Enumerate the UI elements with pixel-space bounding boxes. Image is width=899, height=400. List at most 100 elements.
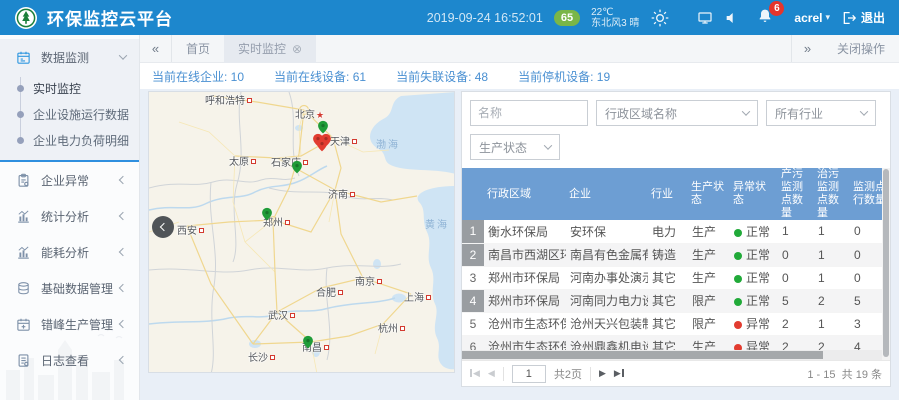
sun-icon — [650, 8, 670, 28]
notification-bell[interactable]: 6 — [757, 8, 773, 27]
green-pin-icon[interactable] — [301, 333, 315, 351]
sidebar-item-label: 能耗分析 — [41, 244, 120, 261]
sidebar-item-statistic-analysis[interactable]: 统计分析 — [0, 198, 139, 234]
sidebar-item-log-view[interactable]: 日志查看 — [0, 342, 139, 378]
table-row[interactable]: 5沧州市生态环保局沧州天兴包装制品其它限产异常213 — [462, 312, 882, 335]
bullet-icon — [17, 85, 24, 92]
city-name: 杭州 — [378, 324, 398, 335]
enterprise-table-wrap: 行政区域企业行业生产状态异常状态产污监测点数量治污监测点数量监测点运行数量 1衡… — [462, 168, 882, 350]
sidebar-item-peak-production-manage[interactable]: 错峰生产管理 — [0, 306, 139, 342]
horizontal-scrollbar-thumb[interactable] — [462, 351, 823, 359]
sidebar-item-base-data-manage[interactable]: 基础数据管理 — [0, 270, 139, 306]
status-text: 正常 — [746, 271, 770, 285]
sidebar-subitem-device-run-data[interactable]: 企业设施运行数据 — [0, 101, 139, 127]
next-page-button[interactable]: ▶ — [599, 369, 606, 378]
city-marker-icon — [377, 279, 382, 284]
stat-label: 当前在线设备: — [274, 70, 353, 84]
logout-button[interactable]: 退出 — [841, 9, 885, 26]
cell-company: 沧州鼎鑫机电设备 — [566, 335, 648, 350]
tabs-scroll-left-button[interactable]: « — [140, 35, 172, 62]
name-filter-input[interactable] — [470, 100, 588, 126]
cell-prod: 生产 — [688, 243, 730, 266]
table-row[interactable]: 3郑州市环保局河南办事处演示其它生产正常010 — [462, 266, 882, 289]
cell-v2: 2 — [814, 335, 850, 350]
cell-industry: 其它 — [648, 335, 688, 350]
cell-v3: 5 — [850, 289, 882, 312]
chevron-down-icon — [860, 107, 868, 115]
column-header: 行政区域 — [484, 168, 566, 220]
monitor-icon[interactable] — [697, 10, 713, 26]
region-filter-select[interactable]: 行政区域名称 — [596, 100, 758, 126]
sidebar-subitem-realtime-monitor[interactable]: 实时监控 — [0, 75, 139, 101]
tab-bar: « 首页实时监控⊗ » 关闭操作 — [140, 35, 899, 63]
sidebar-item-label: 企业异常 — [41, 172, 120, 189]
green-pin-icon[interactable] — [260, 205, 274, 223]
close-operations-button[interactable]: 关闭操作 — [837, 40, 885, 57]
city-marker-icon — [338, 290, 343, 295]
cell-industry: 铸造 — [648, 243, 688, 266]
city-name: 济南 — [328, 190, 348, 201]
column-header: 产污监测点数量 — [778, 168, 814, 220]
chevron-left-icon — [119, 320, 127, 328]
last-page-button[interactable]: ▶ — [614, 369, 624, 378]
sidebar: 数据监测实时监控企业设施运行数据企业电力负荷明细企业异常统计分析能耗分析基础数据… — [0, 35, 140, 400]
table-row[interactable]: 4郑州市环保局河南同力电力设备其它限产正常525 — [462, 289, 882, 312]
cell-company: 河南办事处演示 — [566, 266, 648, 289]
total-pages-label: 共2页 — [554, 366, 582, 382]
user-menu[interactable]: acrel ▾ — [794, 11, 830, 25]
map-city-label: 合肥 — [316, 284, 343, 299]
city-marker-icon — [285, 220, 290, 225]
city-name: 呼和浩特 — [205, 96, 245, 107]
range-label: 1 - 15 — [807, 369, 835, 381]
cell-region: 沧州市生态环保局 — [484, 335, 566, 350]
stat-label: 当前停机设备: — [518, 70, 597, 84]
cell-prod: 生产 — [688, 335, 730, 350]
cell-v3: 0 — [850, 243, 882, 266]
table-row[interactable]: 1衡水环保局安环保电力生产正常110 — [462, 220, 882, 243]
total-count-label: 共 19 条 — [842, 369, 882, 381]
city-name: 天津 — [330, 137, 350, 148]
sidebar-menu: 数据监测实时监控企业设施运行数据企业电力负荷明细企业异常统计分析能耗分析基础数据… — [0, 35, 139, 378]
map-collapse-button[interactable] — [152, 216, 174, 238]
sidebar-item-enterprise-abnormal[interactable]: 企业异常 — [0, 162, 139, 198]
cell-abnormal-status: 正常 — [730, 220, 778, 243]
weather-label: 22℃ 东北风3 晴 — [591, 7, 639, 29]
speaker-icon[interactable] — [724, 10, 740, 26]
vertical-scrollbar[interactable] — [882, 168, 890, 360]
logout-label: 退出 — [861, 9, 885, 26]
red-pin-icon[interactable] — [315, 136, 329, 154]
sidebar-subitem-label: 实时监控 — [33, 80, 81, 97]
status-filter-select[interactable]: 生产状态 — [470, 134, 560, 160]
map-city-label: 太原 — [229, 153, 256, 168]
table-row[interactable]: 2南昌市西湖区环保局南昌有色金属有限公司铸造生产正常010 — [462, 243, 882, 266]
industry-filter-select[interactable]: 所有行业 — [766, 100, 876, 126]
chart-icon — [16, 209, 31, 224]
cell-company: 沧州天兴包装制品 — [566, 312, 648, 335]
city-marker-icon — [199, 228, 204, 233]
prev-page-button[interactable]: ◀ — [488, 369, 495, 378]
sidebar-subitem-power-load-detail[interactable]: 企业电力负荷明细 — [0, 127, 139, 153]
sidebar-item-energy-analysis[interactable]: 能耗分析 — [0, 234, 139, 270]
table-row[interactable]: 6沧州市生态环保局沧州鼎鑫机电设备其它生产异常224 — [462, 335, 882, 350]
page-number-input[interactable] — [512, 365, 546, 383]
first-page-button[interactable]: ◀ — [470, 369, 480, 378]
tab-realtime-monitor[interactable]: 实时监控⊗ — [224, 35, 316, 63]
city-marker-icon — [400, 326, 405, 331]
green-pin-icon[interactable] — [290, 158, 304, 176]
header-right: 2019-09-24 16:52:01 65 22℃ 东北风3 晴 6 acre… — [427, 7, 885, 29]
vertical-scrollbar-thumb[interactable] — [883, 169, 889, 357]
pager-divider — [590, 367, 591, 381]
tab-bar-right: » 关闭操作 — [791, 35, 899, 62]
cell-abnormal-status: 正常 — [730, 243, 778, 266]
horizontal-scrollbar[interactable] — [462, 350, 882, 360]
sidebar-item-data-monitor[interactable]: 数据监测 — [0, 39, 139, 75]
row-index: 4 — [462, 289, 484, 312]
tab-close-icon[interactable]: ⊗ — [292, 43, 302, 55]
sidebar-subitem-label: 企业设施运行数据 — [33, 106, 129, 123]
status-text: 正常 — [746, 248, 770, 262]
cell-industry: 其它 — [648, 289, 688, 312]
tabs-scroll-right-button[interactable]: » — [791, 35, 823, 62]
map-panel[interactable]: 呼和浩特北京★天津太原石家庄济南西安郑州南京合肥上海武汉杭州南昌长沙渤海黄海 — [148, 91, 455, 373]
tab-home[interactable]: 首页 — [172, 35, 224, 63]
sidebar-group-energy-analysis: 能耗分析 — [0, 234, 139, 270]
